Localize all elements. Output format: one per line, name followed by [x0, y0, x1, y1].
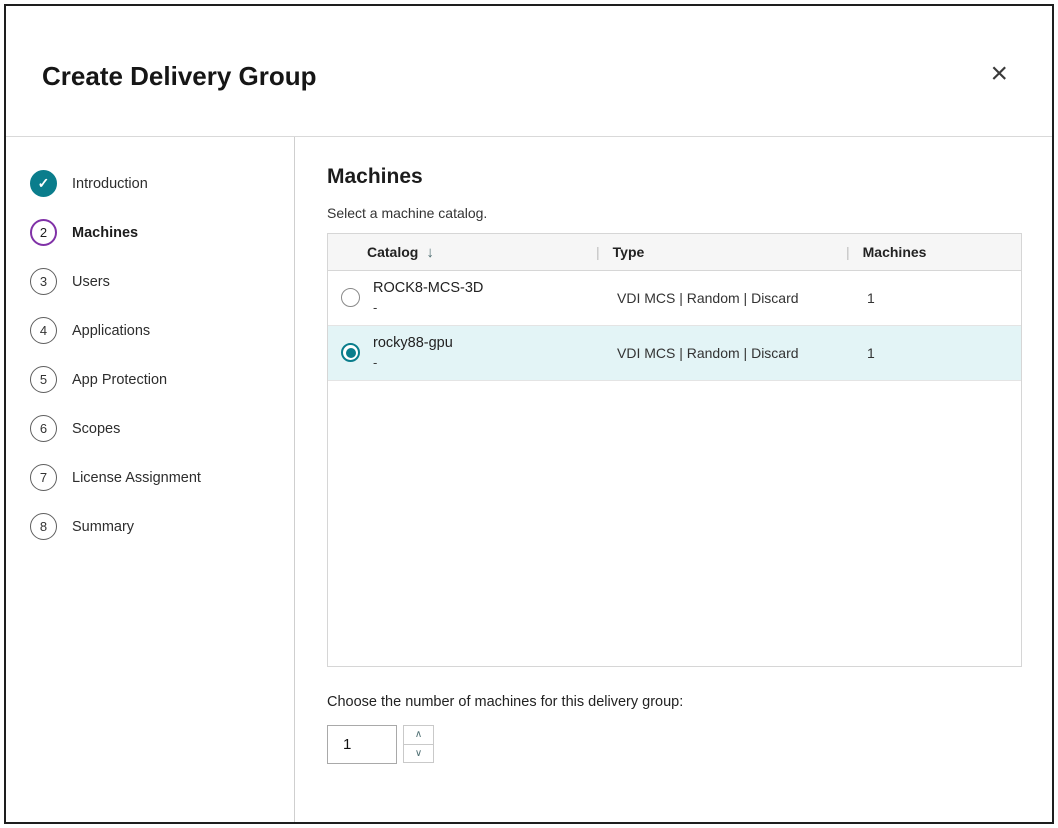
type-column-header[interactable]: | Type — [596, 234, 846, 270]
table-row[interactable]: rocky88-gpu - VDI MCS | Random | Discard… — [328, 326, 1021, 381]
dialog-title: Create Delivery Group — [42, 51, 317, 92]
column-separator: | — [846, 244, 850, 260]
instruction-text: Select a machine catalog. — [327, 205, 1022, 221]
step-number-circle: 6 — [30, 415, 57, 442]
step-label: Summary — [72, 519, 134, 535]
step-label: License Assignment — [72, 470, 201, 486]
catalog-name: ROCK8-MCS-3D — [373, 279, 483, 299]
create-delivery-group-dialog: Create Delivery Group × ✓ Introduction 2… — [4, 4, 1054, 824]
machine-count-input[interactable] — [327, 725, 397, 764]
step-number: 8 — [40, 519, 47, 534]
step-number: 6 — [40, 421, 47, 436]
spinner-down-button[interactable]: ∨ — [403, 744, 434, 764]
step-number-circle: 8 — [30, 513, 57, 540]
step-number: 3 — [40, 274, 47, 289]
catalog-column-header[interactable]: Catalog ↓ — [328, 234, 596, 270]
catalog-cell: rocky88-gpu - — [328, 334, 596, 371]
column-separator: | — [596, 244, 600, 260]
catalog-name-block: rocky88-gpu - — [373, 334, 453, 371]
step-introduction[interactable]: ✓ Introduction — [6, 159, 294, 208]
step-scopes[interactable]: 6 Scopes — [6, 404, 294, 453]
dialog-header: Create Delivery Group × — [6, 6, 1052, 137]
step-number: 4 — [40, 323, 47, 338]
step-label: Scopes — [72, 421, 120, 437]
machines-cell: 1 — [846, 345, 1021, 361]
radio-selected[interactable] — [341, 343, 360, 362]
step-license-assignment[interactable]: 7 License Assignment — [6, 453, 294, 502]
spinner-up-button[interactable]: ∧ — [403, 725, 434, 745]
step-label: Users — [72, 274, 110, 290]
step-completed-circle: ✓ — [30, 170, 57, 197]
machines-column-header[interactable]: | Machines — [846, 234, 1021, 270]
close-button[interactable]: × — [982, 55, 1016, 93]
step-number-circle: 7 — [30, 464, 57, 491]
machines-header-label: Machines — [863, 244, 927, 260]
catalog-detail: - — [373, 299, 483, 317]
step-number-circle: 5 — [30, 366, 57, 393]
step-applications[interactable]: 4 Applications — [6, 306, 294, 355]
type-cell: VDI MCS | Random | Discard — [596, 290, 846, 306]
radio-unselected[interactable] — [341, 288, 360, 307]
step-label: Introduction — [72, 176, 148, 192]
step-number: 7 — [40, 470, 47, 485]
step-label: Applications — [72, 323, 150, 339]
catalog-name: rocky88-gpu — [373, 334, 453, 354]
page-title: Machines — [327, 165, 1022, 189]
step-machines[interactable]: 2 Machines — [6, 208, 294, 257]
step-number: 2 — [40, 225, 47, 240]
step-summary[interactable]: 8 Summary — [6, 502, 294, 551]
step-users[interactable]: 3 Users — [6, 257, 294, 306]
machines-cell: 1 — [846, 290, 1021, 306]
machines-panel: Machines Select a machine catalog. Catal… — [295, 137, 1052, 822]
dialog-body: ✓ Introduction 2 Machines 3 Users 4 Appl… — [6, 137, 1052, 822]
machine-count-section: Choose the number of machines for this d… — [327, 694, 1022, 764]
machine-count-label: Choose the number of machines for this d… — [327, 694, 1022, 710]
check-icon: ✓ — [38, 175, 50, 192]
step-number: 5 — [40, 372, 47, 387]
catalog-header-label: Catalog — [367, 244, 418, 260]
type-cell: VDI MCS | Random | Discard — [596, 345, 846, 361]
step-label: App Protection — [72, 372, 167, 388]
wizard-steps-sidebar: ✓ Introduction 2 Machines 3 Users 4 Appl… — [6, 137, 295, 822]
step-number-circle: 2 — [30, 219, 57, 246]
chevron-up-icon: ∧ — [415, 729, 422, 740]
table-row[interactable]: ROCK8-MCS-3D - VDI MCS | Random | Discar… — [328, 271, 1021, 326]
chevron-down-icon: ∨ — [415, 748, 422, 759]
machine-count-controls: ∧ ∨ — [327, 725, 1022, 764]
spinner: ∧ ∨ — [403, 725, 434, 764]
close-icon: × — [990, 57, 1008, 90]
catalog-detail: - — [373, 354, 453, 372]
step-label: Machines — [72, 225, 138, 241]
table-header-row: Catalog ↓ | Type | Machines — [328, 234, 1021, 271]
catalog-name-block: ROCK8-MCS-3D - — [373, 279, 483, 316]
step-app-protection[interactable]: 5 App Protection — [6, 355, 294, 404]
step-number-circle: 4 — [30, 317, 57, 344]
type-header-label: Type — [613, 244, 645, 260]
step-number-circle: 3 — [30, 268, 57, 295]
machine-catalog-table: Catalog ↓ | Type | Machines — [327, 233, 1022, 667]
catalog-cell: ROCK8-MCS-3D - — [328, 279, 596, 316]
sort-descending-icon: ↓ — [426, 244, 434, 261]
